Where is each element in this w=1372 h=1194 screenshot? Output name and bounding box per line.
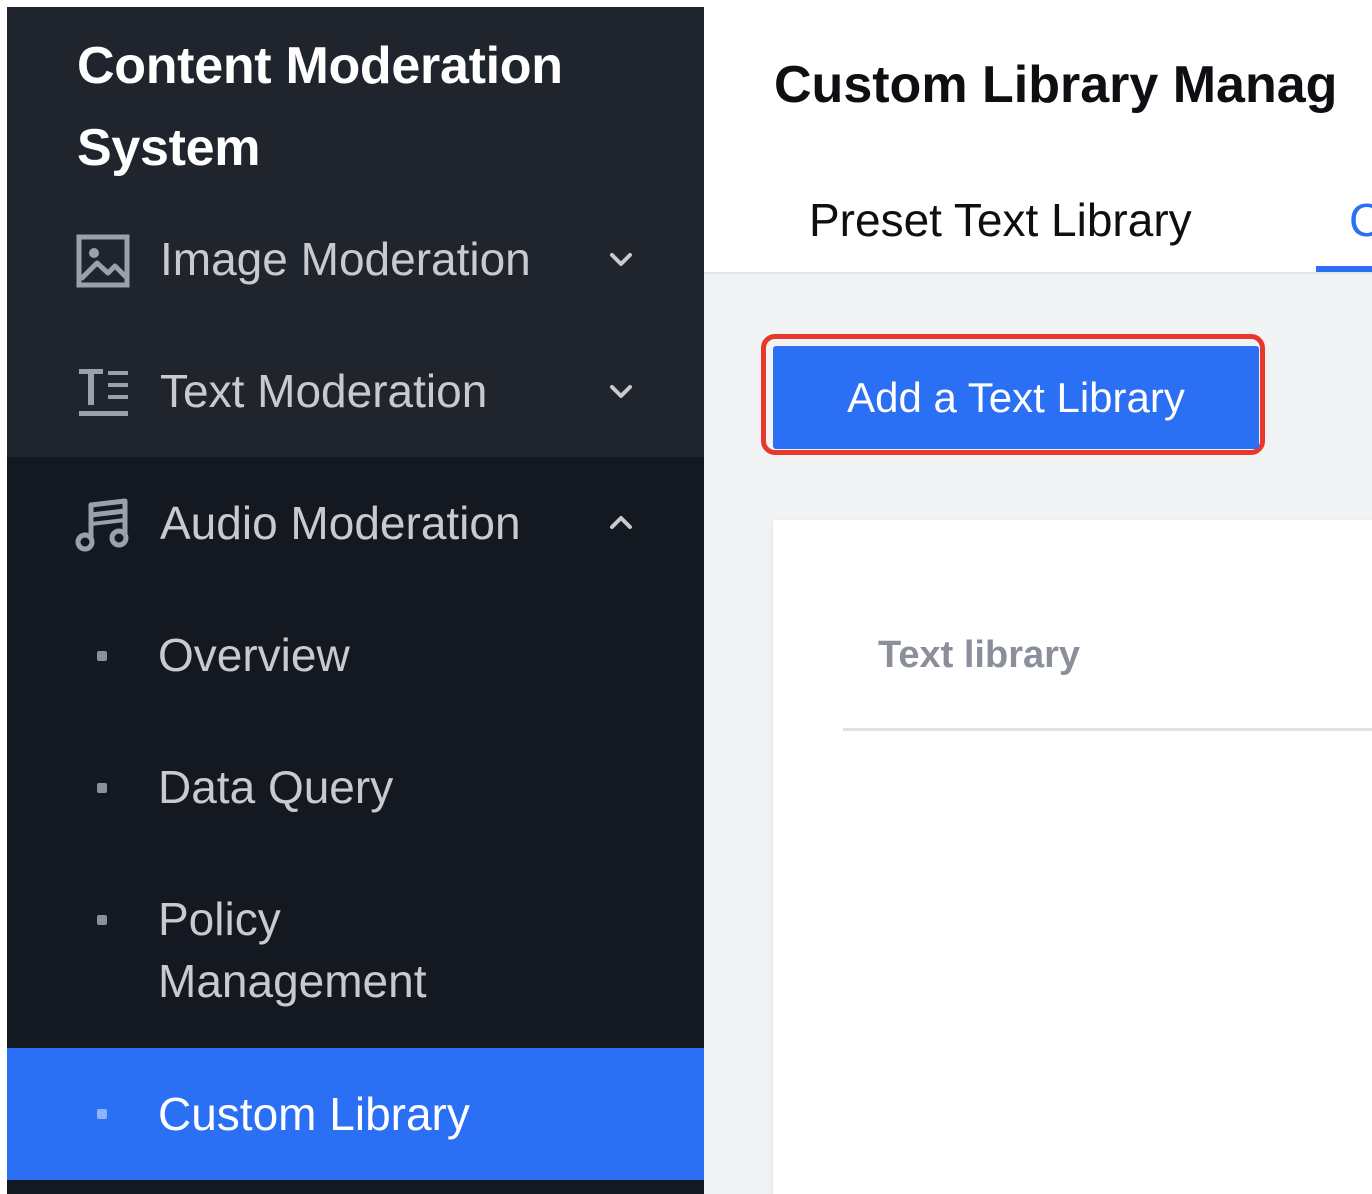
submenu-item-custom-library[interactable]: Custom Library <box>7 1048 704 1180</box>
nav-label: Text Moderation <box>160 365 488 417</box>
sidebar-header: Content Moderation System Image Moderati… <box>7 7 704 457</box>
submenu-label: Data Query <box>158 761 394 813</box>
nav-label: Audio Moderation <box>160 497 521 549</box>
app-title-line1: Content Moderation <box>77 37 563 95</box>
library-table: Text library <box>773 520 1372 1194</box>
bullet-icon <box>97 651 107 661</box>
main-content: Custom Library Manag Preset Text Library… <box>704 7 1372 1194</box>
submenu-item-overview[interactable]: Overview <box>7 589 704 721</box>
sidebar: Content Moderation System Image Moderati… <box>7 7 704 1194</box>
submenu-label: Custom Library <box>158 1088 470 1140</box>
submenu-label: Policy <box>158 893 281 945</box>
submenu-item-policy-management[interactable]: Policy Management <box>7 853 704 1048</box>
chevron-down-icon[interactable] <box>605 239 637 279</box>
chevron-up-icon[interactable] <box>605 503 637 543</box>
music-note-icon <box>75 497 131 553</box>
page-header: Custom Library Manag Preset Text Library… <box>704 7 1372 274</box>
nav-item-audio-moderation[interactable]: Audio Moderation <box>7 457 704 589</box>
bullet-icon <box>97 915 107 925</box>
highlight-box: Add a Text Library <box>761 334 1265 455</box>
app-title: Content Moderation System <box>77 25 677 189</box>
text-icon <box>75 365 131 421</box>
bullet-icon <box>97 1109 107 1119</box>
tab-custom-text-library[interactable]: C <box>1349 193 1372 247</box>
table-header-row: Text library <box>843 610 1372 731</box>
image-icon <box>75 233 131 289</box>
column-header-text-library: Text library <box>878 634 1081 676</box>
nav-label: Image Moderation <box>160 233 531 285</box>
bullet-icon <box>97 783 107 793</box>
page-title: Custom Library Manag <box>774 56 1338 114</box>
app-window: Content Moderation System Image Moderati… <box>0 0 1372 1194</box>
submenu-label-line2: Management <box>158 955 427 1007</box>
app-title-line2: System <box>77 119 261 177</box>
submenu-item-data-query[interactable]: Data Query <box>7 721 704 853</box>
tab-preset-text-library[interactable]: Preset Text Library <box>809 193 1192 247</box>
chevron-down-icon[interactable] <box>605 371 637 411</box>
nav-item-image-moderation[interactable]: Image Moderation <box>7 193 704 325</box>
add-text-library-button[interactable]: Add a Text Library <box>773 346 1259 449</box>
submenu-label: Overview <box>158 629 350 681</box>
active-tab-indicator <box>1316 266 1372 272</box>
nav-item-text-moderation[interactable]: Text Moderation <box>7 325 704 457</box>
